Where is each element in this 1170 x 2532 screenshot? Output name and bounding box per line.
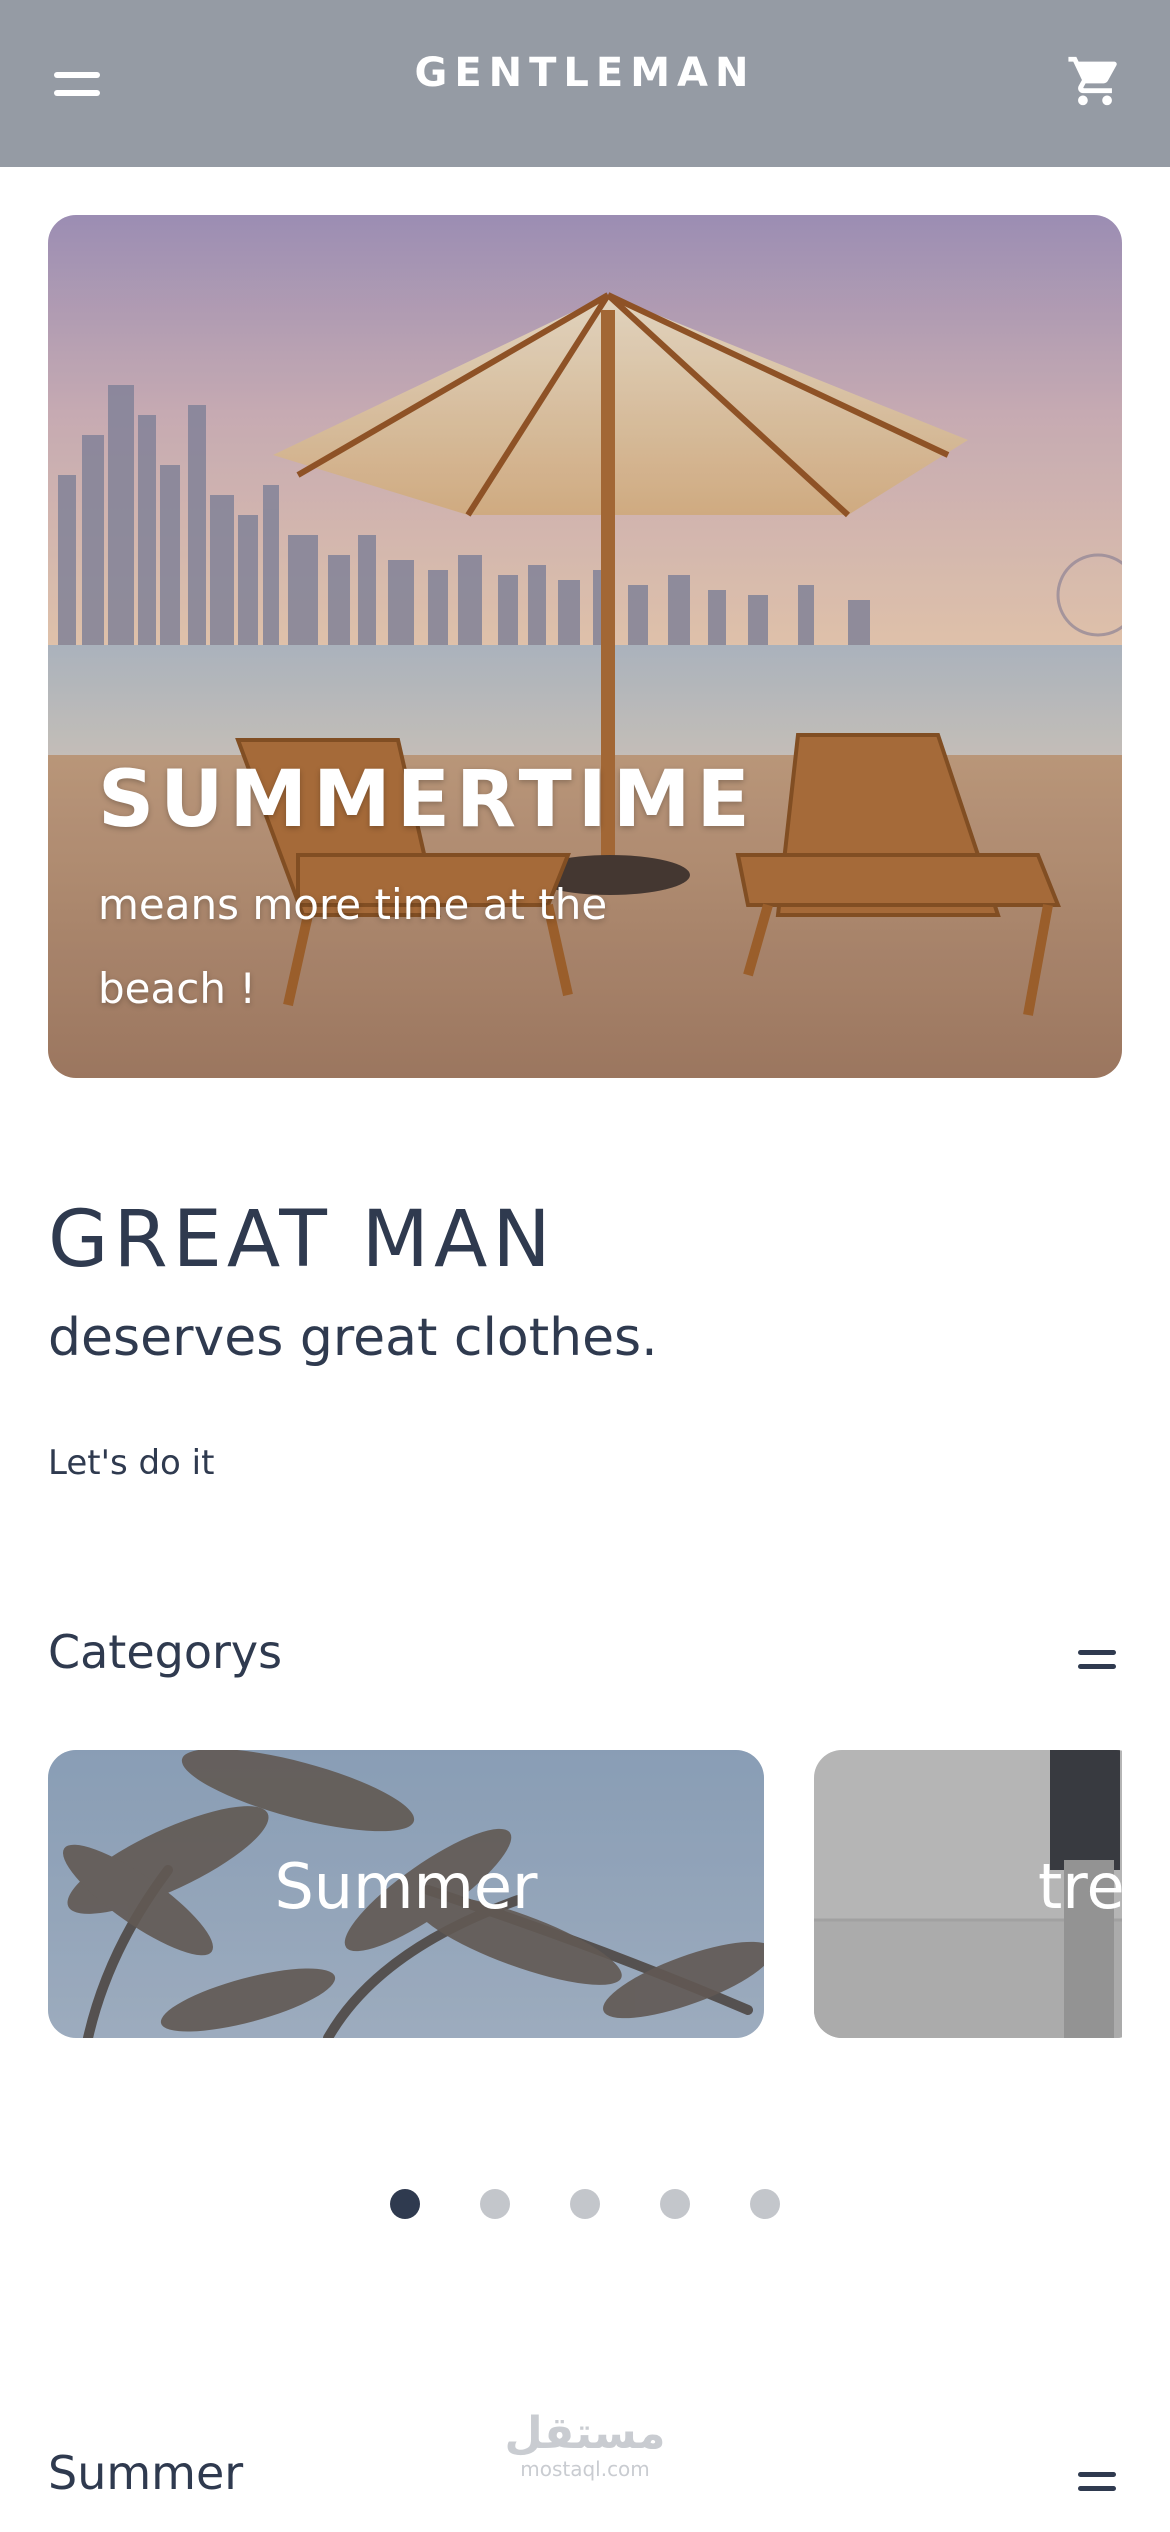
category-card-summer[interactable]: Summer <box>48 1750 764 2038</box>
summer-section-title: Summer <box>48 2446 244 2500</box>
watermark-latin: mostaql.com <box>520 2457 650 2481</box>
pagination-dot-4[interactable] <box>660 2189 690 2219</box>
hero-banner[interactable]: SUMMERTIME means more time at the beach … <box>48 215 1122 1078</box>
brand-title: GENTLEMAN <box>414 50 756 96</box>
shopping-cart-icon[interactable] <box>1066 52 1124 110</box>
equals-menu-icon[interactable] <box>1078 2470 1116 2494</box>
pagination-dot-2[interactable] <box>480 2189 510 2219</box>
category-label: Summer <box>274 1850 538 1923</box>
hero-title: SUMMERTIME <box>98 755 756 845</box>
category-label: tre <box>1038 1850 1122 1923</box>
categories-title: Categorys <box>48 1625 283 1679</box>
intro-tagline: deserves great clothes. <box>48 1308 658 1368</box>
mostaql-watermark: مستقل mostaql.com <box>500 2408 670 2481</box>
lets-do-it-link[interactable]: Let's do it <box>48 1443 214 1483</box>
app-header: GENTLEMAN <box>0 0 1170 167</box>
carousel-pagination <box>0 2189 1170 2219</box>
pagination-dot-5[interactable] <box>750 2189 780 2219</box>
hero-subtitle: means more time at the beach ! <box>98 880 608 1013</box>
pagination-dot-1[interactable] <box>390 2189 420 2219</box>
category-card-trends[interactable]: tre <box>814 1750 1122 2038</box>
category-carousel[interactable]: Summer tre <box>48 1750 1122 2040</box>
watermark-arabic: مستقل <box>504 2408 666 2459</box>
equals-menu-icon[interactable] <box>1078 1648 1116 1672</box>
intro-title: GREAT MAN <box>48 1195 556 1285</box>
pagination-dot-3[interactable] <box>570 2189 600 2219</box>
